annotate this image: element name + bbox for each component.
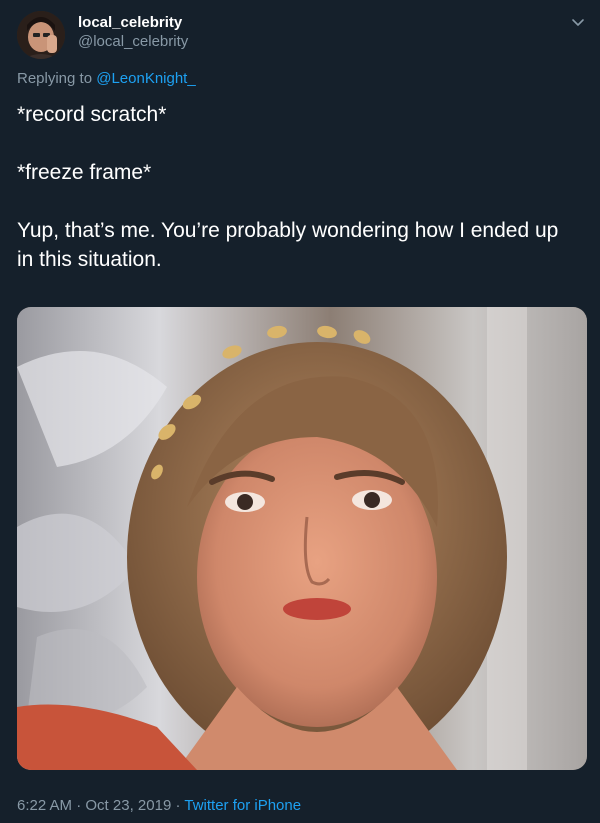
tweet-text: *record scratch* *freeze frame* Yup, tha… [17, 100, 577, 274]
replying-to: Replying to @LeonKnight_ [17, 70, 196, 87]
chevron-down-icon[interactable] [570, 14, 586, 30]
author-avatar[interactable] [17, 11, 65, 59]
mention-link[interactable]: @LeonKnight_ [96, 70, 195, 87]
tweet-time[interactable]: 6:22 AM [17, 797, 72, 814]
meta-separator: · [72, 797, 86, 814]
tweet-line: *freeze frame* [17, 161, 152, 184]
tweet-line: Yup, that’s me. You’re probably wonderin… [17, 219, 559, 271]
tweet-line: *record scratch* [17, 103, 167, 126]
tweet-date[interactable]: Oct 23, 2019 [85, 797, 171, 814]
tweet-card: local_celebrity @local_celebrity Replyin… [0, 0, 600, 823]
replying-to-prefix: Replying to [17, 70, 97, 87]
avatar-photo [17, 11, 65, 59]
user-handle[interactable]: @local_celebrity [78, 32, 188, 52]
display-name[interactable]: local_celebrity [78, 14, 188, 32]
tweet-meta: 6:22 AM · Oct 23, 2019 · Twitter for iPh… [17, 797, 301, 814]
tweet-media-photo[interactable] [17, 307, 587, 770]
photo-image [17, 307, 587, 770]
author-block: local_celebrity @local_celebrity [78, 14, 188, 52]
tweet-source-link[interactable]: Twitter for iPhone [184, 797, 301, 814]
meta-separator: · [171, 797, 185, 814]
